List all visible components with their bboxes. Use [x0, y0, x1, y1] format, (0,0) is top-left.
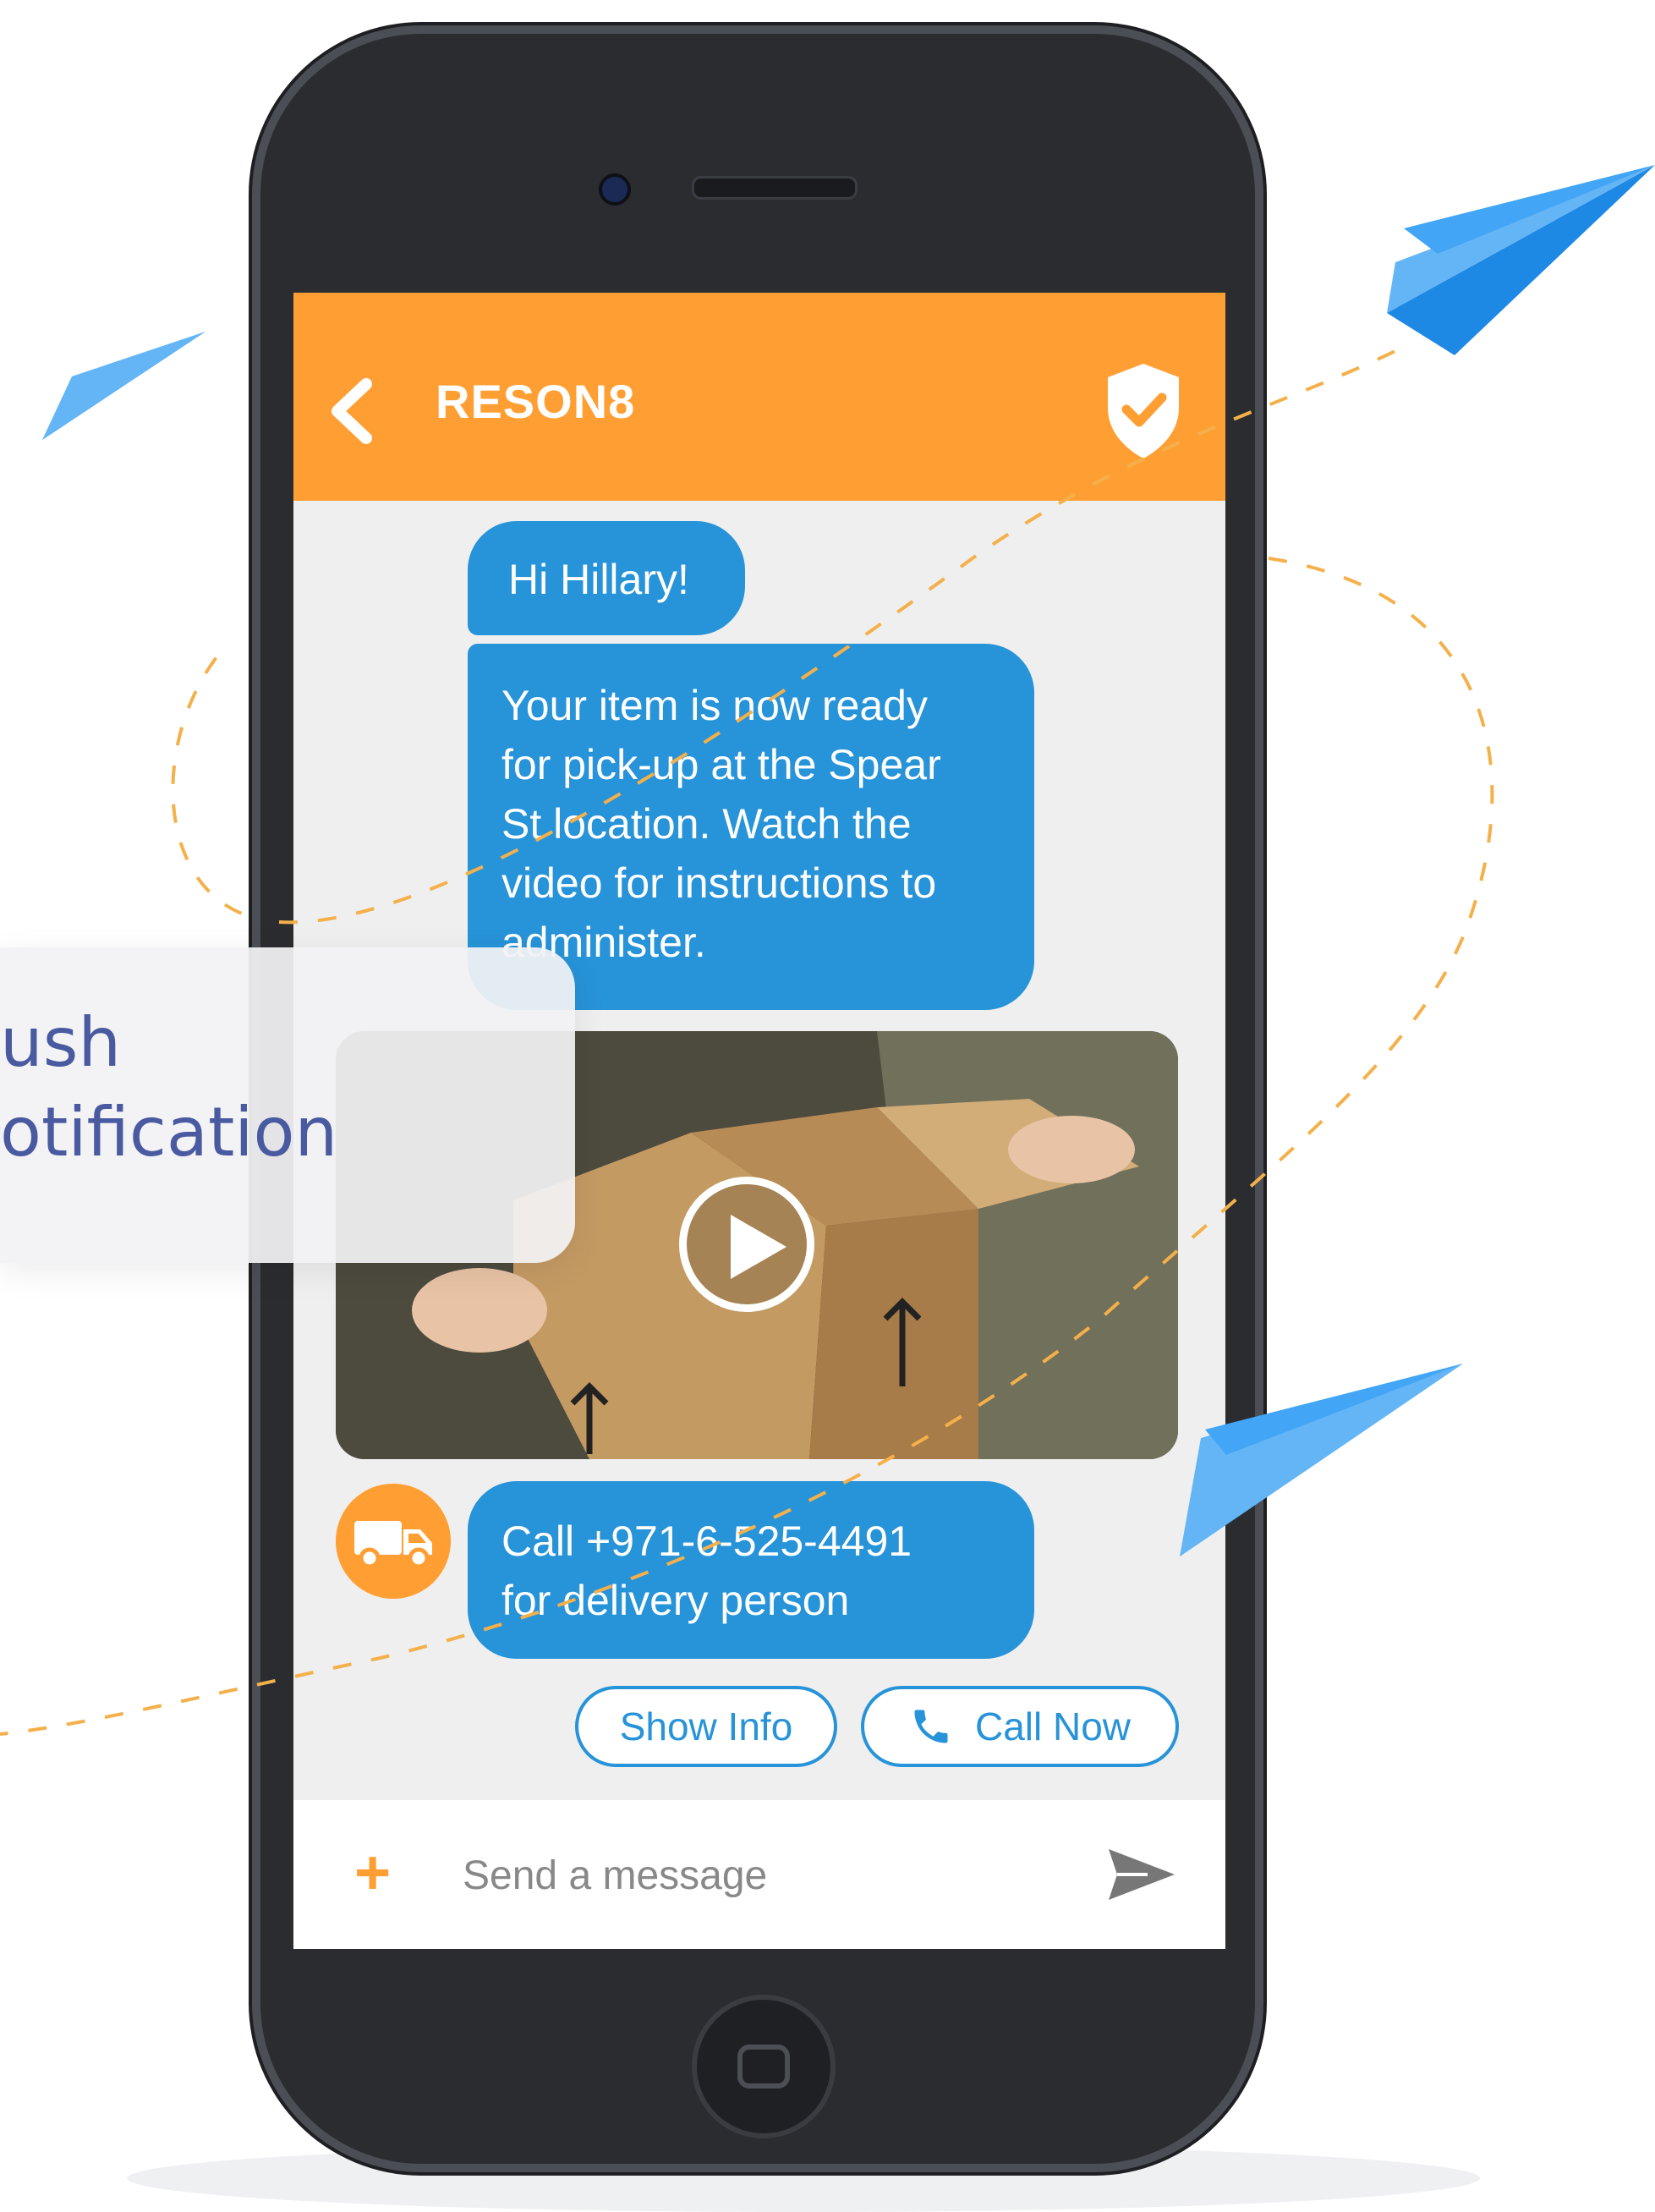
earpiece-speaker [692, 176, 858, 200]
play-icon[interactable] [679, 1177, 814, 1312]
message-line: video for instructions to [501, 859, 937, 907]
push-label-line: ush [0, 1003, 122, 1082]
message-line: administer. [501, 919, 706, 966]
message-line: for pick-up at the Spear [501, 741, 941, 788]
call-now-label: Call Now [974, 1704, 1132, 1748]
send-icon[interactable] [1105, 1844, 1178, 1905]
paper-plane-icon [1387, 165, 1655, 355]
plus-icon[interactable]: + [354, 1839, 391, 1907]
show-info-button[interactable]: Show Info [575, 1686, 837, 1767]
sender-title: RESON8 [436, 375, 636, 428]
message-line: Your item is now ready [501, 682, 928, 729]
chat-header: RESON8 [293, 293, 1225, 501]
message-line: St location. Watch the [501, 800, 912, 848]
truck-icon [336, 1484, 451, 1599]
push-notification-label: ush otification [0, 998, 337, 1177]
shield-check-icon[interactable] [1101, 360, 1186, 462]
message-bubble-greeting: Hi Hillary! [468, 521, 745, 635]
message-text: Hi Hillary! [508, 556, 689, 603]
paper-plane-icon [42, 332, 206, 440]
message-composer: + [293, 1800, 1225, 1949]
message-input[interactable] [461, 1839, 972, 1912]
show-info-label: Show Info [619, 1704, 793, 1748]
chevron-left-icon[interactable] [327, 377, 378, 445]
call-now-button[interactable]: Call Now [861, 1686, 1179, 1767]
push-label-line: otification [0, 1093, 338, 1172]
home-button[interactable] [692, 1995, 836, 2138]
message-bubble-delivery: Call +971-6-525-4491 for delivery person [468, 1481, 1034, 1659]
message-line: for delivery person [501, 1577, 850, 1624]
phone-icon [914, 1710, 948, 1743]
message-line: Call +971-6-525-4491 [501, 1518, 912, 1565]
front-camera [599, 173, 631, 206]
